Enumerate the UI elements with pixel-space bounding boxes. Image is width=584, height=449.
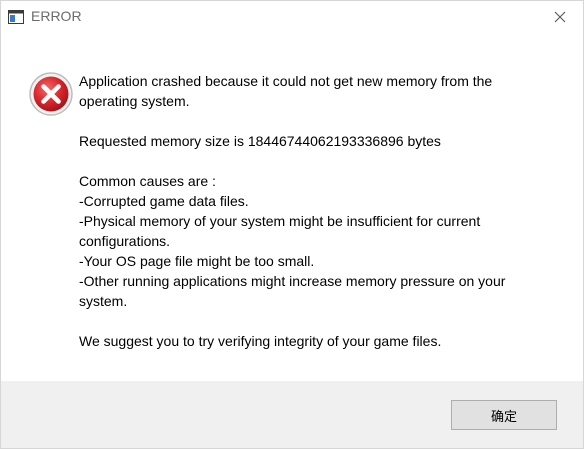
error-dialog: ERROR Application crashed because it cou… (0, 0, 584, 449)
message-paragraph: Requested memory size is 184467440621933… (79, 133, 441, 149)
dialog-body: Application crashed because it could not… (1, 33, 583, 382)
message-paragraph: Application crashed because it could not… (79, 73, 493, 109)
message-paragraph: We suggest you to try verifying integrit… (79, 333, 442, 349)
message-paragraph: Common causes are : -Corrupted game data… (79, 173, 506, 309)
ok-button[interactable]: 确定 (451, 400, 557, 430)
close-icon (554, 8, 566, 27)
app-window-icon (8, 9, 24, 24)
error-icon (27, 70, 75, 118)
title-bar[interactable]: ERROR (1, 1, 583, 33)
dialog-footer: 确定 (1, 381, 583, 448)
close-button[interactable] (537, 1, 583, 33)
window-title: ERROR (31, 8, 82, 24)
error-message: Application crashed because it could not… (79, 71, 549, 351)
